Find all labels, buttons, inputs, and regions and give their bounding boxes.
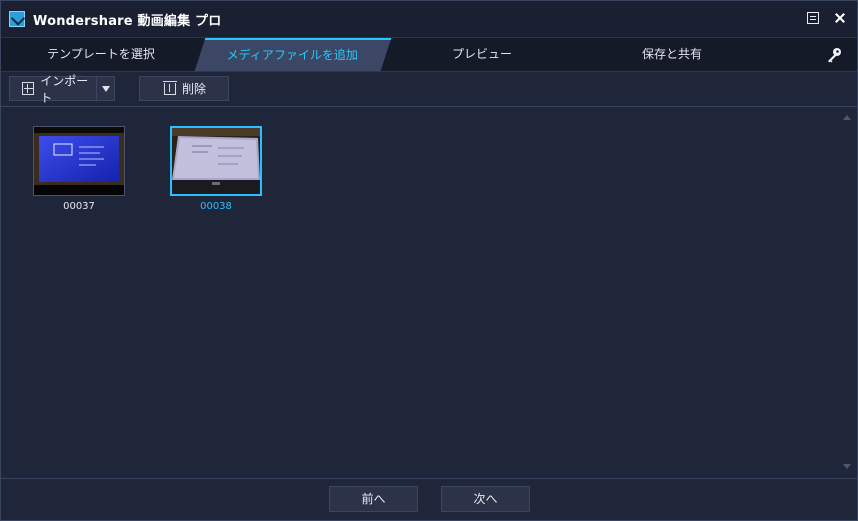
media-item[interactable]: 00037: [33, 126, 125, 212]
close-icon[interactable]: [833, 11, 847, 25]
tab-label: メディアファイルを追加: [227, 48, 359, 62]
chevron-down-icon: [101, 85, 110, 92]
media-library: 00037 00038: [1, 107, 857, 477]
window-title: Wondershare 動画編集 プロ: [33, 13, 222, 29]
app-window: Wondershare 動画編集 プロ テンプレートを選択 メディアファイルを追…: [0, 0, 858, 521]
next-button[interactable]: 次へ: [441, 486, 530, 512]
media-name: 00038: [200, 201, 232, 212]
scroll-up-arrow-icon[interactable]: [843, 115, 851, 120]
previous-button[interactable]: 前へ: [329, 486, 418, 512]
tab-label: 保存と共有: [641, 47, 702, 61]
navigation-bar: 前へ 次へ: [1, 478, 857, 521]
window-controls: [807, 11, 847, 25]
media-toolbar: インポート 削除: [1, 72, 857, 107]
key-icon[interactable]: [825, 46, 843, 64]
tab-save-share[interactable]: 保存と共有: [577, 38, 767, 71]
media-item-selected[interactable]: 00038: [170, 126, 262, 212]
tab-select-template[interactable]: テンプレートを選択: [1, 38, 201, 71]
media-name: 00037: [63, 201, 95, 212]
delete-label: 削除: [182, 82, 207, 96]
tab-label: プレビュー: [451, 47, 512, 61]
menu-icon[interactable]: [807, 12, 819, 24]
import-dropdown-button[interactable]: [96, 76, 115, 101]
import-icon: [22, 82, 35, 95]
tab-label: テンプレートを選択: [47, 47, 155, 61]
tab-preview[interactable]: プレビュー: [387, 38, 577, 71]
step-tabs: テンプレートを選択 メディアファイルを追加 プレビュー 保存と共有: [1, 38, 857, 72]
delete-button[interactable]: 削除: [139, 76, 229, 101]
title-bar: Wondershare 動画編集 プロ: [1, 1, 857, 38]
scroll-down-arrow-icon[interactable]: [843, 464, 851, 469]
media-thumbnail: [33, 126, 125, 196]
trash-icon: [163, 80, 177, 95]
media-thumbnail: [170, 126, 262, 196]
tab-add-media[interactable]: メディアファイルを追加: [194, 38, 392, 71]
app-icon: [9, 11, 25, 27]
import-button[interactable]: インポート: [9, 74, 97, 105]
import-label: インポート: [40, 73, 89, 105]
